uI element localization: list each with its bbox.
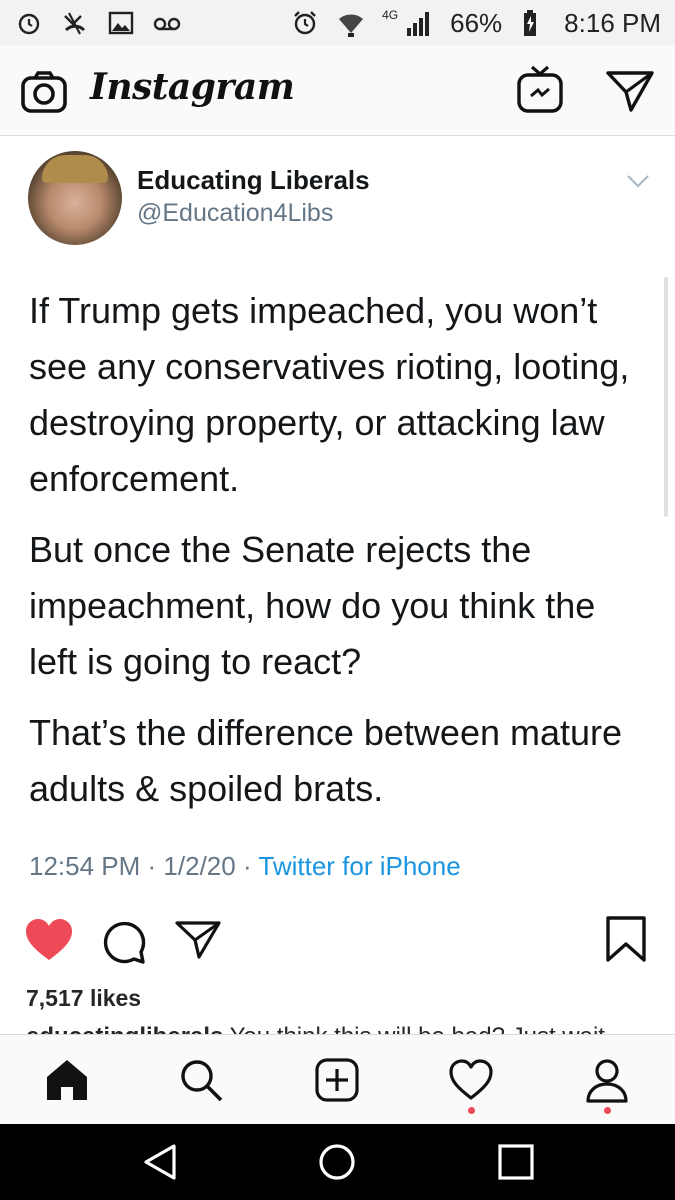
display-name: Educating Liberals — [137, 165, 370, 195]
missed-call-icon — [60, 8, 90, 38]
tweet-time: 12:54 PM — [29, 851, 141, 881]
battery-icon — [518, 8, 548, 38]
chevron-down-icon[interactable] — [626, 173, 650, 189]
activity-heart-icon[interactable] — [448, 1057, 494, 1103]
android-nav-bar — [0, 1124, 675, 1200]
tweet-source-link[interactable]: Twitter for iPhone — [258, 851, 460, 881]
twitter-handle: @Education4Libs — [137, 199, 334, 227]
direct-message-icon[interactable] — [604, 68, 656, 114]
status-time: 8:16 PM — [564, 7, 661, 38]
bottom-nav — [0, 1034, 675, 1124]
network-type: 4G — [382, 8, 399, 22]
tweet-meta: 12:54 PM · 1/2/20 · Twitter for iPhone — [29, 851, 461, 882]
recents-icon[interactable] — [496, 1142, 536, 1182]
search-icon[interactable] — [178, 1057, 224, 1103]
avatar-hat — [42, 155, 108, 183]
image-icon — [106, 8, 136, 38]
caption-preview[interactable]: educatingliberals You think this will be… — [26, 1022, 656, 1035]
comment-icon[interactable] — [101, 919, 147, 965]
signal-icon — [404, 8, 434, 38]
wifi-icon — [336, 8, 366, 38]
back-icon[interactable] — [140, 1142, 180, 1182]
tweet-date: 1/2/20 — [163, 851, 236, 881]
home-icon[interactable] — [44, 1057, 90, 1103]
tweet-paragraph: That’s the difference between mature adu… — [29, 712, 623, 809]
profile-notification-dot — [604, 1107, 611, 1114]
tweet-paragraph: But once the Senate rejects the impeachm… — [29, 529, 596, 682]
profile-icon[interactable] — [584, 1057, 630, 1103]
instagram-header: Instagram — [0, 46, 675, 136]
share-icon[interactable] — [174, 919, 222, 961]
alarm-icon — [290, 8, 320, 38]
caption-username[interactable]: educatingliberals — [26, 1023, 223, 1035]
igtv-icon[interactable] — [516, 64, 564, 114]
instagram-logo[interactable]: Instagram — [90, 66, 295, 108]
likes-count[interactable]: 7,517 likes — [26, 985, 141, 1012]
post-actions — [0, 905, 675, 975]
camera-icon[interactable] — [20, 70, 68, 114]
meta-separator: · — [147, 851, 164, 881]
status-bar-right: 4G 66% 8:16 PM — [290, 8, 661, 39]
scrollbar-thumb — [664, 277, 668, 517]
tweet-body: If Trump gets impeached, you won’t see a… — [29, 283, 649, 832]
tweet-paragraph: If Trump gets impeached, you won’t see a… — [29, 290, 630, 499]
status-bar-left — [14, 8, 182, 38]
activity-notification-dot — [468, 1107, 475, 1114]
home-circle-icon[interactable] — [317, 1142, 357, 1182]
tweet-card: Educating Liberals @Education4Libs If Tr… — [0, 137, 675, 903]
add-post-icon[interactable] — [314, 1057, 360, 1103]
meta-separator: · — [242, 851, 259, 881]
battery-percent: 66% — [450, 7, 503, 38]
status-bar: 4G 66% 8:16 PM — [0, 0, 675, 46]
heart-filled-icon[interactable] — [24, 917, 74, 963]
voicemail-icon — [152, 8, 182, 38]
caption-text: You think this will be bad? Just wait — [230, 1023, 605, 1035]
bookmark-icon[interactable] — [604, 915, 648, 963]
alarm-icon — [14, 8, 44, 38]
avatar[interactable] — [28, 151, 122, 245]
